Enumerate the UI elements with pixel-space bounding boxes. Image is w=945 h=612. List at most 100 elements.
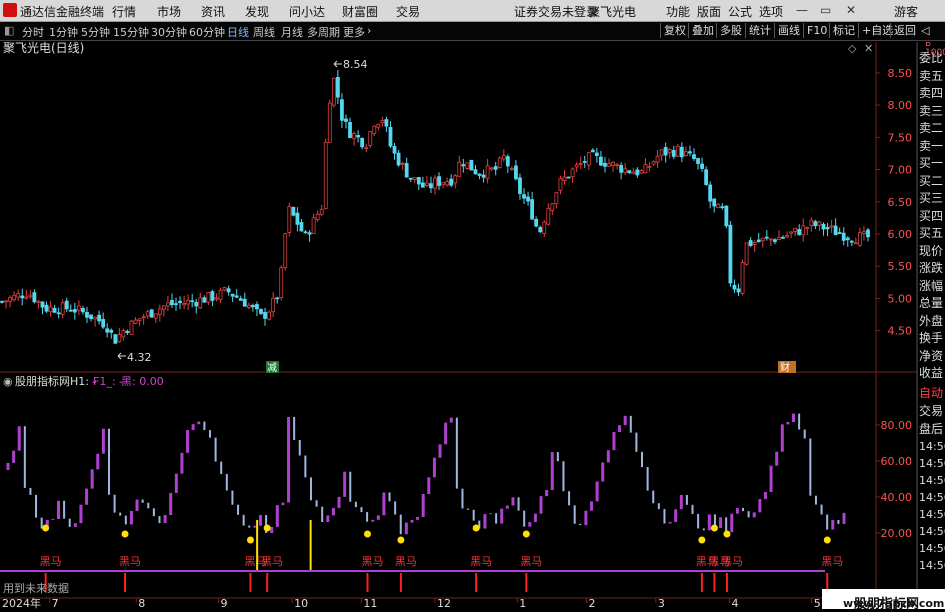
candle-body [461, 164, 466, 167]
candle-body [433, 177, 437, 189]
candle-body [214, 297, 219, 300]
signal-dot [723, 530, 731, 538]
candle-body [611, 161, 615, 166]
candle-body [590, 149, 595, 153]
indicator-settings-icon[interactable]: ◉ [3, 375, 13, 388]
candle-body [182, 303, 187, 306]
candle-body [833, 225, 838, 236]
quote-row-label: 总量 [919, 296, 944, 310]
signal-label: 黑马 [261, 555, 283, 568]
candle-body [679, 146, 684, 158]
candle-body [64, 300, 69, 310]
candle-body [420, 182, 425, 188]
year-label: 2024年 [2, 596, 41, 609]
candle-body [85, 311, 89, 318]
trade-row-label: 14:56 [919, 508, 945, 521]
candle-body [764, 236, 769, 239]
candle-body [36, 300, 41, 304]
signal-label: 黑马 [119, 555, 141, 568]
price-tick: 8.00 [888, 99, 913, 112]
candle-body [109, 329, 114, 333]
close-panel-icon[interactable]: ✕ [864, 42, 873, 55]
candle-body [546, 208, 551, 225]
candle-body [263, 311, 267, 319]
candle-body [44, 304, 49, 312]
candle-body [696, 158, 700, 164]
candle-body [501, 154, 506, 160]
candle-body [667, 149, 672, 154]
month-label: 11 [363, 597, 377, 609]
candle-body [720, 206, 725, 209]
candle-body [194, 301, 199, 307]
price-tick: 7.50 [888, 131, 913, 144]
candle-body [514, 165, 518, 180]
candle-body [105, 328, 110, 333]
price-axis: 8.50 8.00 7.50 7.00 6.50 6.00 5.50 5.00 … [876, 67, 912, 338]
candle-body [97, 314, 102, 322]
indicator-tick: 80.00 [881, 419, 913, 432]
trade-row-label: 14:56 [919, 559, 945, 572]
indicator-name: 股朋指标网 [15, 374, 70, 388]
candle-body [121, 330, 126, 338]
candle-body [141, 316, 146, 319]
candle-body [554, 192, 559, 205]
candle-body [206, 292, 211, 303]
candle-body [773, 239, 777, 243]
quote-row-label: 卖一 [919, 138, 944, 153]
quote-row-label: 卖五 [919, 68, 944, 83]
candle-body [655, 155, 660, 163]
candle-body [125, 330, 130, 333]
candle-body [497, 157, 502, 168]
price-tick: 6.50 [888, 196, 913, 209]
indicator-tick: 60.00 [881, 455, 913, 468]
candle-body [534, 218, 539, 227]
footer-note: 用到未来数据 [3, 581, 69, 595]
candle-body [425, 182, 429, 186]
tag-left: 减 [267, 362, 277, 374]
indicator-tick: 20.00 [881, 527, 913, 540]
candle-body [412, 177, 417, 180]
quote-row-label: 收益 [919, 366, 944, 380]
candle-body [607, 163, 611, 167]
candle-body [190, 300, 195, 303]
quote-row-label: 净资 [919, 348, 944, 363]
candle-body [368, 131, 373, 146]
candle-body [752, 242, 757, 245]
candle-body [663, 147, 668, 156]
trade-row-label: 14:56 [919, 525, 945, 538]
candle-body [327, 102, 332, 143]
quote-row-label: 卖四 [919, 86, 944, 100]
quote-row-label: 换手 [919, 331, 944, 345]
candle-body [801, 225, 806, 236]
settings-icon[interactable]: ◇ [848, 42, 857, 55]
price-tick: 7.00 [888, 164, 913, 177]
quote-row-label: 买三 [919, 191, 944, 205]
candle-body [574, 164, 579, 168]
auto-toggle[interactable]: 自动 [919, 384, 945, 402]
candle-body [404, 163, 409, 178]
month-label: 9 [221, 597, 228, 609]
candle-body [16, 293, 21, 298]
candle-body [509, 168, 514, 170]
quote-row-label: 买五 [919, 226, 944, 240]
signal-dot [263, 524, 271, 532]
candle-body [578, 162, 583, 165]
candle-body [198, 297, 203, 309]
candle-body [841, 232, 846, 241]
watermark-url-box: www.7gpzb.com [828, 599, 945, 609]
candle-body [356, 135, 361, 138]
candle-body [688, 151, 692, 154]
quote-panel: B1000 委比卖五卖四卖三卖二卖一买一买二买三买四买五现价涨跌涨幅总量外盘换手… [917, 42, 945, 382]
signal-dot [823, 536, 831, 544]
candle-body [558, 178, 563, 191]
candle-body [526, 196, 530, 202]
candle-body [340, 99, 344, 121]
candle-body [825, 226, 830, 230]
candle-body [380, 120, 385, 124]
price-tick: 8.50 [888, 67, 913, 80]
candle-body [315, 213, 320, 220]
candle-body [202, 297, 207, 303]
candle-body [218, 289, 223, 301]
candle-body [40, 301, 45, 308]
chart-title: 聚飞光电(日线) [3, 41, 84, 55]
